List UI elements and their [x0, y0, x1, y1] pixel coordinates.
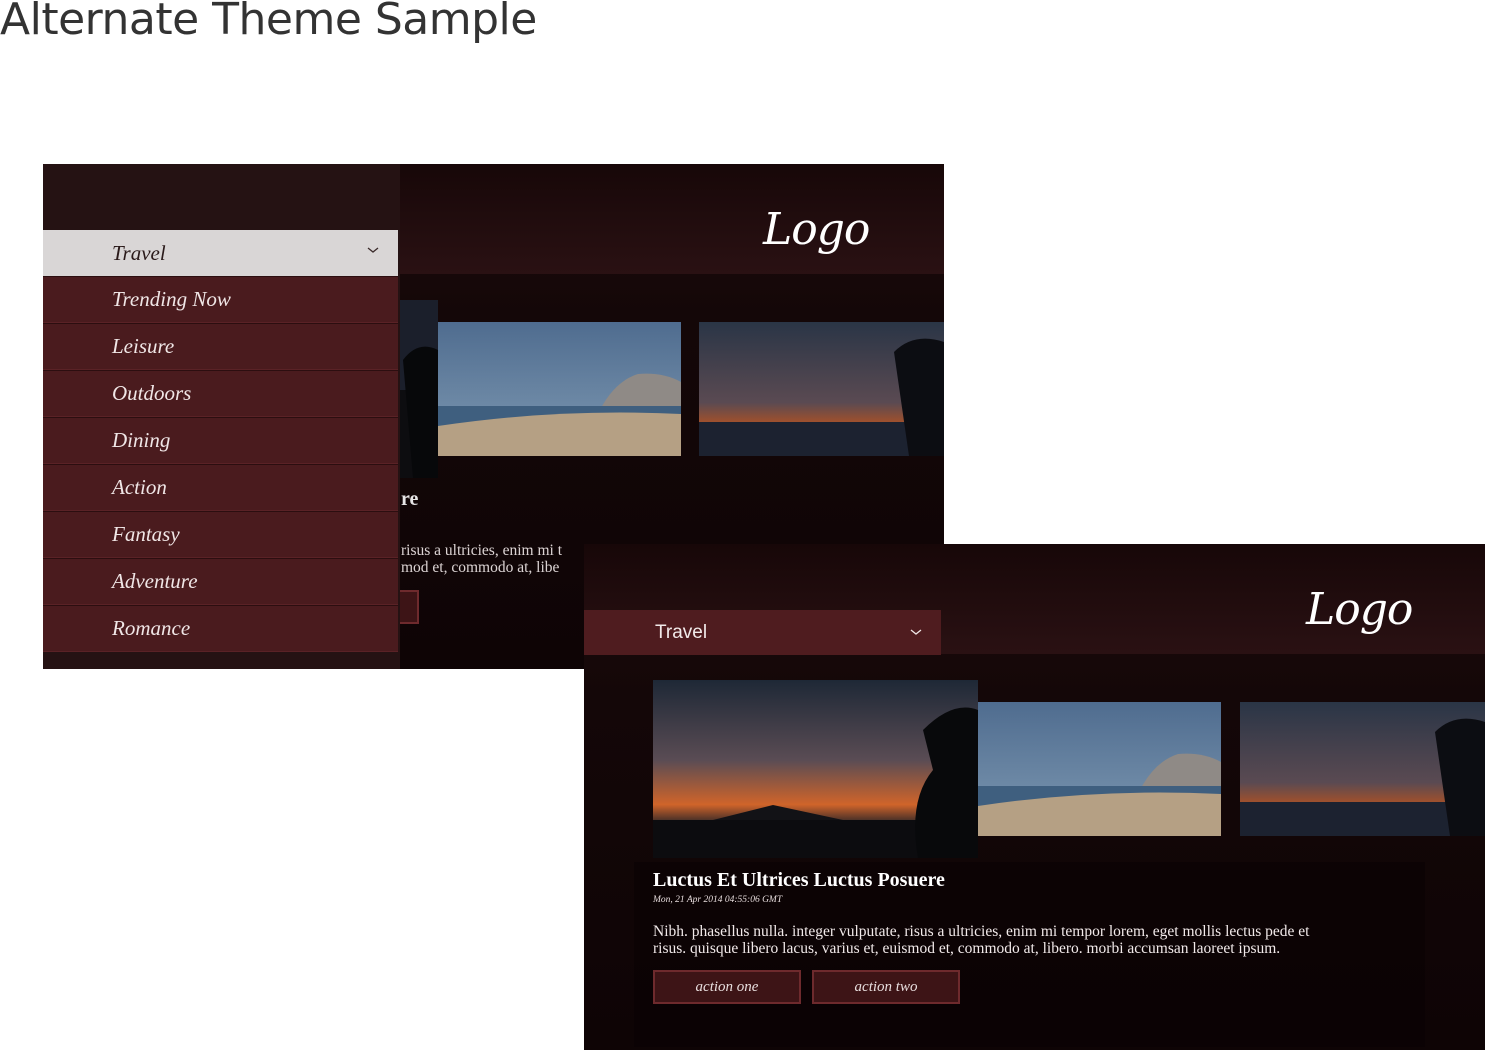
category-dropdown[interactable]: Travel — [584, 610, 941, 655]
carousel-thumb-beach[interactable] — [438, 322, 681, 456]
menu-item-romance[interactable]: Romance — [43, 605, 398, 652]
category-menu-list: Trending Now Leisure Outdoors Dining Act… — [43, 276, 398, 652]
action-two-button[interactable]: action two — [812, 970, 960, 1004]
article-date: Mon, 21 Apr 2014 04:55:06 GMT — [653, 895, 783, 905]
article-title: Luctus Et Ultrices Luctus Posuere — [653, 869, 945, 891]
article-body-line-1: Nibh. phasellus nulla. integer vulputate… — [653, 923, 1310, 940]
article-body-partial-line-1: risus a ultricies, enim mi t — [401, 542, 563, 559]
logo: Logo — [1306, 584, 1413, 635]
carousel-featured-sunset[interactable] — [653, 680, 978, 858]
menu-item-fantasy[interactable]: Fantasy — [43, 511, 398, 558]
article-title-partial: re — [401, 488, 419, 510]
dropdown-selected-label: Travel — [112, 240, 166, 265]
screen-main: Logo Travel Luctus Et Ultrices Luctus Po… — [584, 544, 1485, 1050]
menu-item-adventure[interactable]: Adventure — [43, 558, 398, 605]
menu-item-outdoors[interactable]: Outdoors — [43, 370, 398, 417]
menu-item-dining[interactable]: Dining — [43, 417, 398, 464]
dropdown-selected-label: Travel — [655, 621, 708, 643]
carousel-thumb-dusk[interactable] — [699, 322, 944, 456]
article-body-line-2: risus. quisque libero lacus, varius et, … — [653, 940, 1281, 957]
action-one-button[interactable]: action one — [653, 970, 801, 1004]
logo: Logo — [763, 204, 870, 255]
menu-item-trending-now[interactable]: Trending Now — [43, 276, 398, 323]
chevron-down-icon — [910, 629, 922, 635]
article-body-partial-line-2: mod et, commodo at, libe — [401, 559, 560, 576]
category-dropdown-selected[interactable]: Travel — [43, 230, 398, 276]
sheet-title: Alternate Theme Sample — [0, 0, 537, 45]
chevron-down-icon — [367, 247, 379, 253]
menu-item-leisure[interactable]: Leisure — [43, 323, 398, 370]
menu-item-action[interactable]: Action — [43, 464, 398, 511]
carousel-thumb-beach[interactable] — [978, 702, 1221, 836]
carousel-thumb-dusk[interactable] — [1240, 702, 1485, 836]
